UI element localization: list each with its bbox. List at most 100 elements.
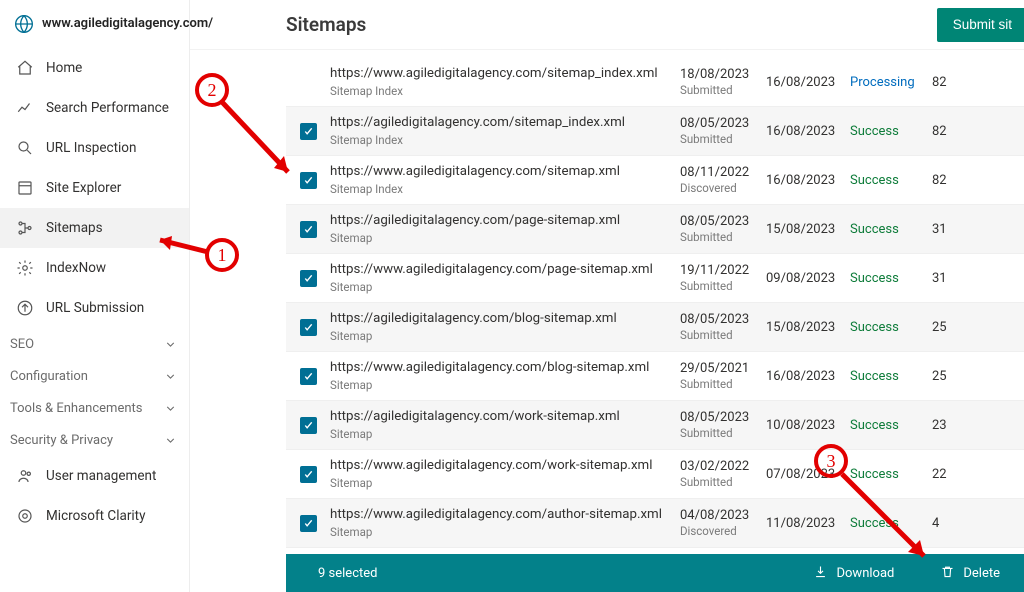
last-crawl-date: 16/08/2023 xyxy=(766,369,850,384)
sitemap-url: https://www.agiledigitalagency.com/work-… xyxy=(330,458,670,475)
submission-status: Discovered xyxy=(680,181,766,195)
chevron-down-icon xyxy=(164,434,177,447)
sitemap-url-cell: https://www.agiledigitalagency.com/autho… xyxy=(330,507,680,540)
last-crawl-date: 16/08/2023 xyxy=(766,124,850,139)
sidebar-group-seo[interactable]: SEO xyxy=(0,328,189,360)
table-row[interactable]: https://agiledigitalagency.com/page-site… xyxy=(286,205,1024,254)
sidebar-item-indexnow[interactable]: IndexNow xyxy=(0,248,189,288)
sitemap-url: https://agiledigitalagency.com/sitemap_i… xyxy=(330,115,670,132)
sitemap-url: https://www.agiledigitalagency.com/sitem… xyxy=(330,66,670,83)
url-count-cell: 31 xyxy=(932,271,976,286)
url-count-cell: 25 xyxy=(932,369,976,384)
sidebar-item-sitemaps[interactable]: Sitemaps xyxy=(0,208,189,248)
sidebar-group-security[interactable]: Security & Privacy xyxy=(0,424,189,456)
status-cell: Success xyxy=(850,320,932,335)
table-row[interactable]: https://agiledigitalagency.com/work-site… xyxy=(286,401,1024,450)
checkbox-icon xyxy=(300,466,317,483)
sitemap-url-cell: https://www.agiledigitalagency.com/sitem… xyxy=(330,66,680,99)
checkbox-icon xyxy=(300,368,317,385)
checkbox[interactable] xyxy=(286,172,330,189)
last-crawl-cell: 16/08/2023 xyxy=(766,173,850,188)
last-crawl-date: 16/08/2023 xyxy=(766,75,850,90)
submission-status: Submitted xyxy=(680,426,766,440)
sidebar-item-site-explorer[interactable]: Site Explorer xyxy=(0,168,189,208)
search-icon xyxy=(16,139,34,157)
checkbox[interactable] xyxy=(286,123,330,140)
sidebar-group-tools[interactable]: Tools & Enhancements xyxy=(0,392,189,424)
delete-button[interactable]: Delete xyxy=(940,564,1000,583)
checkbox[interactable] xyxy=(286,368,330,385)
submitted-date: 08/05/2023 xyxy=(680,312,766,327)
checkbox[interactable] xyxy=(286,221,330,238)
home-icon xyxy=(16,59,34,77)
table-row[interactable]: https://agiledigitalagency.com/sitemap_i… xyxy=(286,107,1024,156)
submit-sitemap-button[interactable]: Submit sit xyxy=(937,8,1024,42)
checkbox[interactable] xyxy=(286,74,330,91)
table-row[interactable]: https://www.agiledigitalagency.com/work-… xyxy=(286,450,1024,499)
upload-icon xyxy=(16,299,34,317)
sidebar-item-label: Site Explorer xyxy=(46,180,121,196)
sidebar-item-url-inspection[interactable]: URL Inspection xyxy=(0,128,189,168)
sitemap-url: https://www.agiledigitalagency.com/page-… xyxy=(330,262,670,279)
submission-status: Submitted xyxy=(680,279,766,293)
last-crawl-cell: 16/08/2023 xyxy=(766,124,850,139)
sidebar-group-configuration[interactable]: Configuration xyxy=(0,360,189,392)
last-crawl-cell: 15/08/2023 xyxy=(766,222,850,237)
submitted-date: 19/11/2022 xyxy=(680,263,766,278)
submitted-date: 29/05/2021 xyxy=(680,361,766,376)
checkbox-icon xyxy=(300,221,317,238)
sidebar-group-label: Tools & Enhancements xyxy=(10,401,142,416)
table-row[interactable]: https://www.agiledigitalagency.com/sitem… xyxy=(286,58,1024,107)
download-button[interactable]: Download xyxy=(813,564,894,583)
sidebar-item-search-performance[interactable]: Search Performance xyxy=(0,88,189,128)
sidebar-item-user-management[interactable]: User management xyxy=(0,456,189,496)
last-crawl-cell: 11/08/2023 xyxy=(766,516,850,531)
sitemap-url-cell: https://www.agiledigitalagency.com/page-… xyxy=(330,262,680,295)
checkbox[interactable] xyxy=(286,417,330,434)
sitemap-url-cell: https://agiledigitalagency.com/page-site… xyxy=(330,213,680,246)
checkbox[interactable] xyxy=(286,466,330,483)
submission-status: Submitted xyxy=(680,475,766,489)
checkbox[interactable] xyxy=(286,270,330,287)
clarity-icon xyxy=(16,507,34,525)
last-crawl-cell: 16/08/2023 xyxy=(766,75,850,90)
sidebar-item-home[interactable]: Home xyxy=(0,48,189,88)
submission-status: Discovered xyxy=(680,524,766,538)
table-row[interactable]: https://www.agiledigitalagency.com/sitem… xyxy=(286,156,1024,205)
checkbox[interactable] xyxy=(286,319,330,336)
main-panel: Sitemaps Submit sit https://www.agiledig… xyxy=(190,0,1024,592)
sitemap-url: https://www.agiledigitalagency.com/autho… xyxy=(330,507,670,524)
submitted-date: 08/11/2022 xyxy=(680,165,766,180)
site-name: www.agiledigitalagency.com/ xyxy=(42,16,213,32)
sidebar-item-label: User management xyxy=(46,468,156,484)
url-count-cell: 23 xyxy=(932,418,976,433)
sitemap-url-cell: https://www.agiledigitalagency.com/blog-… xyxy=(330,360,680,393)
globe-icon xyxy=(14,14,34,34)
sitemap-type: Sitemap xyxy=(330,525,670,539)
submission-status: Submitted xyxy=(680,377,766,391)
download-label: Download xyxy=(836,566,894,581)
sitemap-type: Sitemap Index xyxy=(330,133,670,147)
checkbox[interactable] xyxy=(286,515,330,532)
sitemap-type: Sitemap xyxy=(330,329,670,343)
url-count-cell: 82 xyxy=(932,124,976,139)
site-switcher[interactable]: www.agiledigitalagency.com/ xyxy=(0,6,189,48)
status-cell: Success xyxy=(850,173,932,188)
table-row[interactable]: https://www.agiledigitalagency.com/blog-… xyxy=(286,352,1024,401)
table-row[interactable]: https://agiledigitalagency.com/blog-site… xyxy=(286,303,1024,352)
status-cell: Processing xyxy=(850,75,932,90)
last-crawl-cell: 09/08/2023 xyxy=(766,271,850,286)
url-count-cell: 25 xyxy=(932,320,976,335)
submission-status: Submitted xyxy=(680,230,766,244)
last-submitted-cell: 04/08/2023Discovered xyxy=(680,508,766,538)
sidebar-item-url-submission[interactable]: URL Submission xyxy=(0,288,189,328)
table-row[interactable]: https://www.agiledigitalagency.com/autho… xyxy=(286,499,1024,548)
status-cell: Success xyxy=(850,418,932,433)
sitemap-url-cell: https://www.agiledigitalagency.com/sitem… xyxy=(330,164,680,197)
table-row[interactable]: https://www.agiledigitalagency.com/page-… xyxy=(286,254,1024,303)
last-crawl-cell: 16/08/2023 xyxy=(766,369,850,384)
last-submitted-cell: 08/05/2023Submitted xyxy=(680,410,766,440)
sidebar-item-label: URL Submission xyxy=(46,300,144,316)
selection-bar: 9 selected Download Delete xyxy=(286,554,1024,592)
sidebar-item-ms-clarity[interactable]: Microsoft Clarity xyxy=(0,496,189,536)
